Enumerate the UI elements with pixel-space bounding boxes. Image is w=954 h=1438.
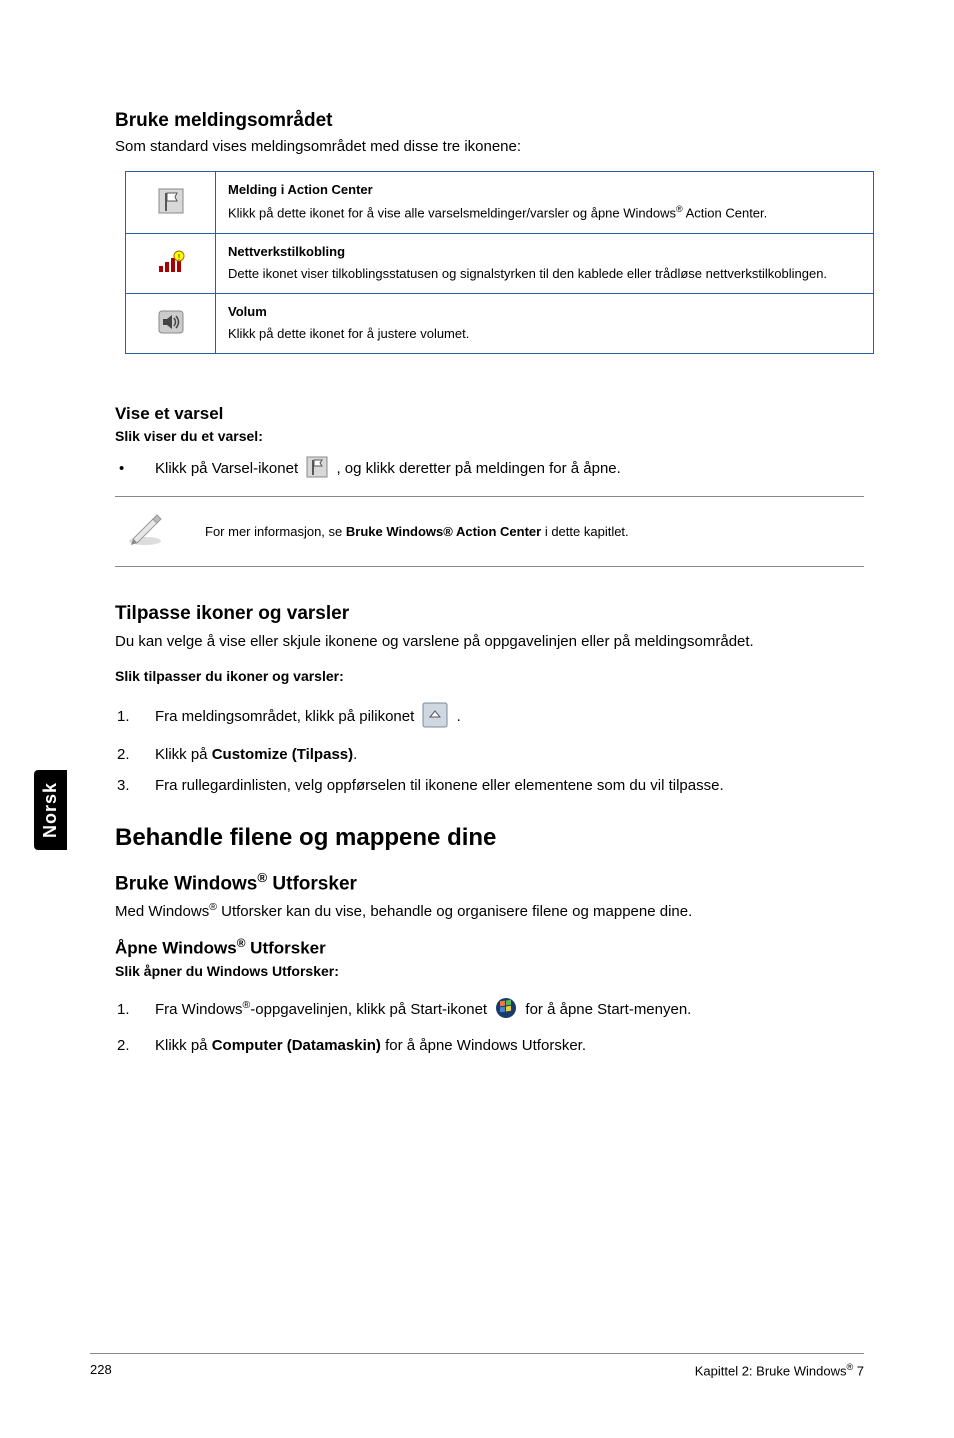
instruction-heading: Slik viser du et varsel: [115, 428, 864, 444]
main-heading: Behandle filene og mappene dine [115, 824, 864, 852]
action-center-desc-cell: Melding i Action Center Klikk på dette i… [216, 172, 874, 234]
chapter-label: Kapittel 2: Bruke Windows® 7 [695, 1362, 864, 1378]
flag-icon-inline [306, 456, 328, 482]
step-text-pre: Klikk på [155, 1037, 212, 1054]
step-item: 1. Fra Windows®-oppgavelinjen, klikk på … [115, 997, 864, 1023]
step-text-post: for å åpne Start-menyen. [525, 1001, 691, 1018]
notification-icons-table: Melding i Action Center Klikk på dette i… [125, 171, 874, 354]
step-number: 1. [115, 708, 155, 725]
svg-text:!: ! [177, 253, 179, 262]
network-desc-cell: Nettverkstilkobling Dette ikonet viser t… [216, 233, 874, 293]
bullet-text-post: , og klikk deretter på meldingen for å å… [336, 460, 620, 477]
bullet-text-pre: Klikk på Varsel-ikonet [155, 460, 302, 477]
step-item: 2. Klikk på Customize (Tilpass). [115, 746, 864, 763]
step-number: 2. [115, 746, 155, 763]
speaker-icon [157, 309, 185, 335]
row-desc: Klikk på dette ikonet for å vise alle va… [228, 203, 861, 223]
windows-start-icon [495, 997, 517, 1023]
network-icon: ! [157, 250, 185, 274]
row-title: Melding i Action Center [228, 182, 861, 197]
volume-icon-cell [126, 293, 216, 353]
note-block: For mer informasjon, se Bruke Windows® A… [115, 496, 864, 567]
step-text: Fra rullegardinlisten, velg oppførselen … [155, 777, 724, 794]
note-text: For mer informasjon, se Bruke Windows® A… [175, 524, 629, 539]
step-number: 2. [115, 1037, 155, 1054]
bullet-marker: • [115, 460, 155, 477]
bullet-item: • Klikk på Varsel-ikonet , og klikk dere… [115, 456, 864, 482]
step-text-pre: Fra Windows [155, 1001, 243, 1018]
step-number: 3. [115, 777, 155, 794]
section-title-customize: Tilpasse ikoner og varsler [115, 603, 864, 625]
side-tab-language: Norsk [34, 770, 67, 850]
subsection-view-alert: Vise et varsel [115, 404, 864, 424]
action-center-icon-cell [126, 172, 216, 234]
row-title: Nettverkstilkobling [228, 244, 861, 259]
row-desc: Dette ikonet viser tilkoblingsstatusen o… [228, 265, 861, 283]
step-text-pre: Fra meldingsområdet, klikk på pilikonet [155, 708, 418, 725]
pencil-icon [115, 511, 175, 552]
section-intro: Som standard vises meldingsområdet med d… [115, 138, 864, 155]
subsection-open-explorer: Åpne Windows® Utforsker [115, 936, 864, 959]
step-text-pre: Klikk på [155, 746, 212, 763]
step-item: 1. Fra meldingsområdet, klikk på pilikon… [115, 702, 864, 732]
page-number: 228 [90, 1362, 112, 1378]
network-icon-cell: ! [126, 233, 216, 293]
section-intro: Du kan velge å vise eller skjule ikonene… [115, 631, 864, 652]
section-title-notification-area: Bruke meldingsområdet [115, 110, 864, 132]
step-text-post: . [457, 708, 461, 725]
step-item: 2. Klikk på Computer (Datamaskin) for å … [115, 1037, 864, 1054]
volume-desc-cell: Volum Klikk på dette ikonet for å juster… [216, 293, 874, 353]
arrow-up-icon [422, 702, 448, 732]
row-desc: Klikk på dette ikonet for å justere volu… [228, 325, 861, 343]
page-footer: 228 Kapittel 2: Bruke Windows® 7 [90, 1353, 864, 1378]
section-intro: Med Windows® Utforsker kan du vise, beha… [115, 901, 864, 920]
instruction-heading: Slik åpner du Windows Utforsker: [115, 963, 864, 979]
step-item: 3. Fra rullegardinlisten, velg oppførsel… [115, 777, 864, 794]
row-title: Volum [228, 304, 861, 319]
section-title-explorer: Bruke Windows® Utforsker [115, 870, 864, 895]
step-number: 1. [115, 1001, 155, 1018]
flag-icon [157, 187, 185, 215]
instruction-heading: Slik tilpasser du ikoner og varsler: [115, 668, 864, 684]
